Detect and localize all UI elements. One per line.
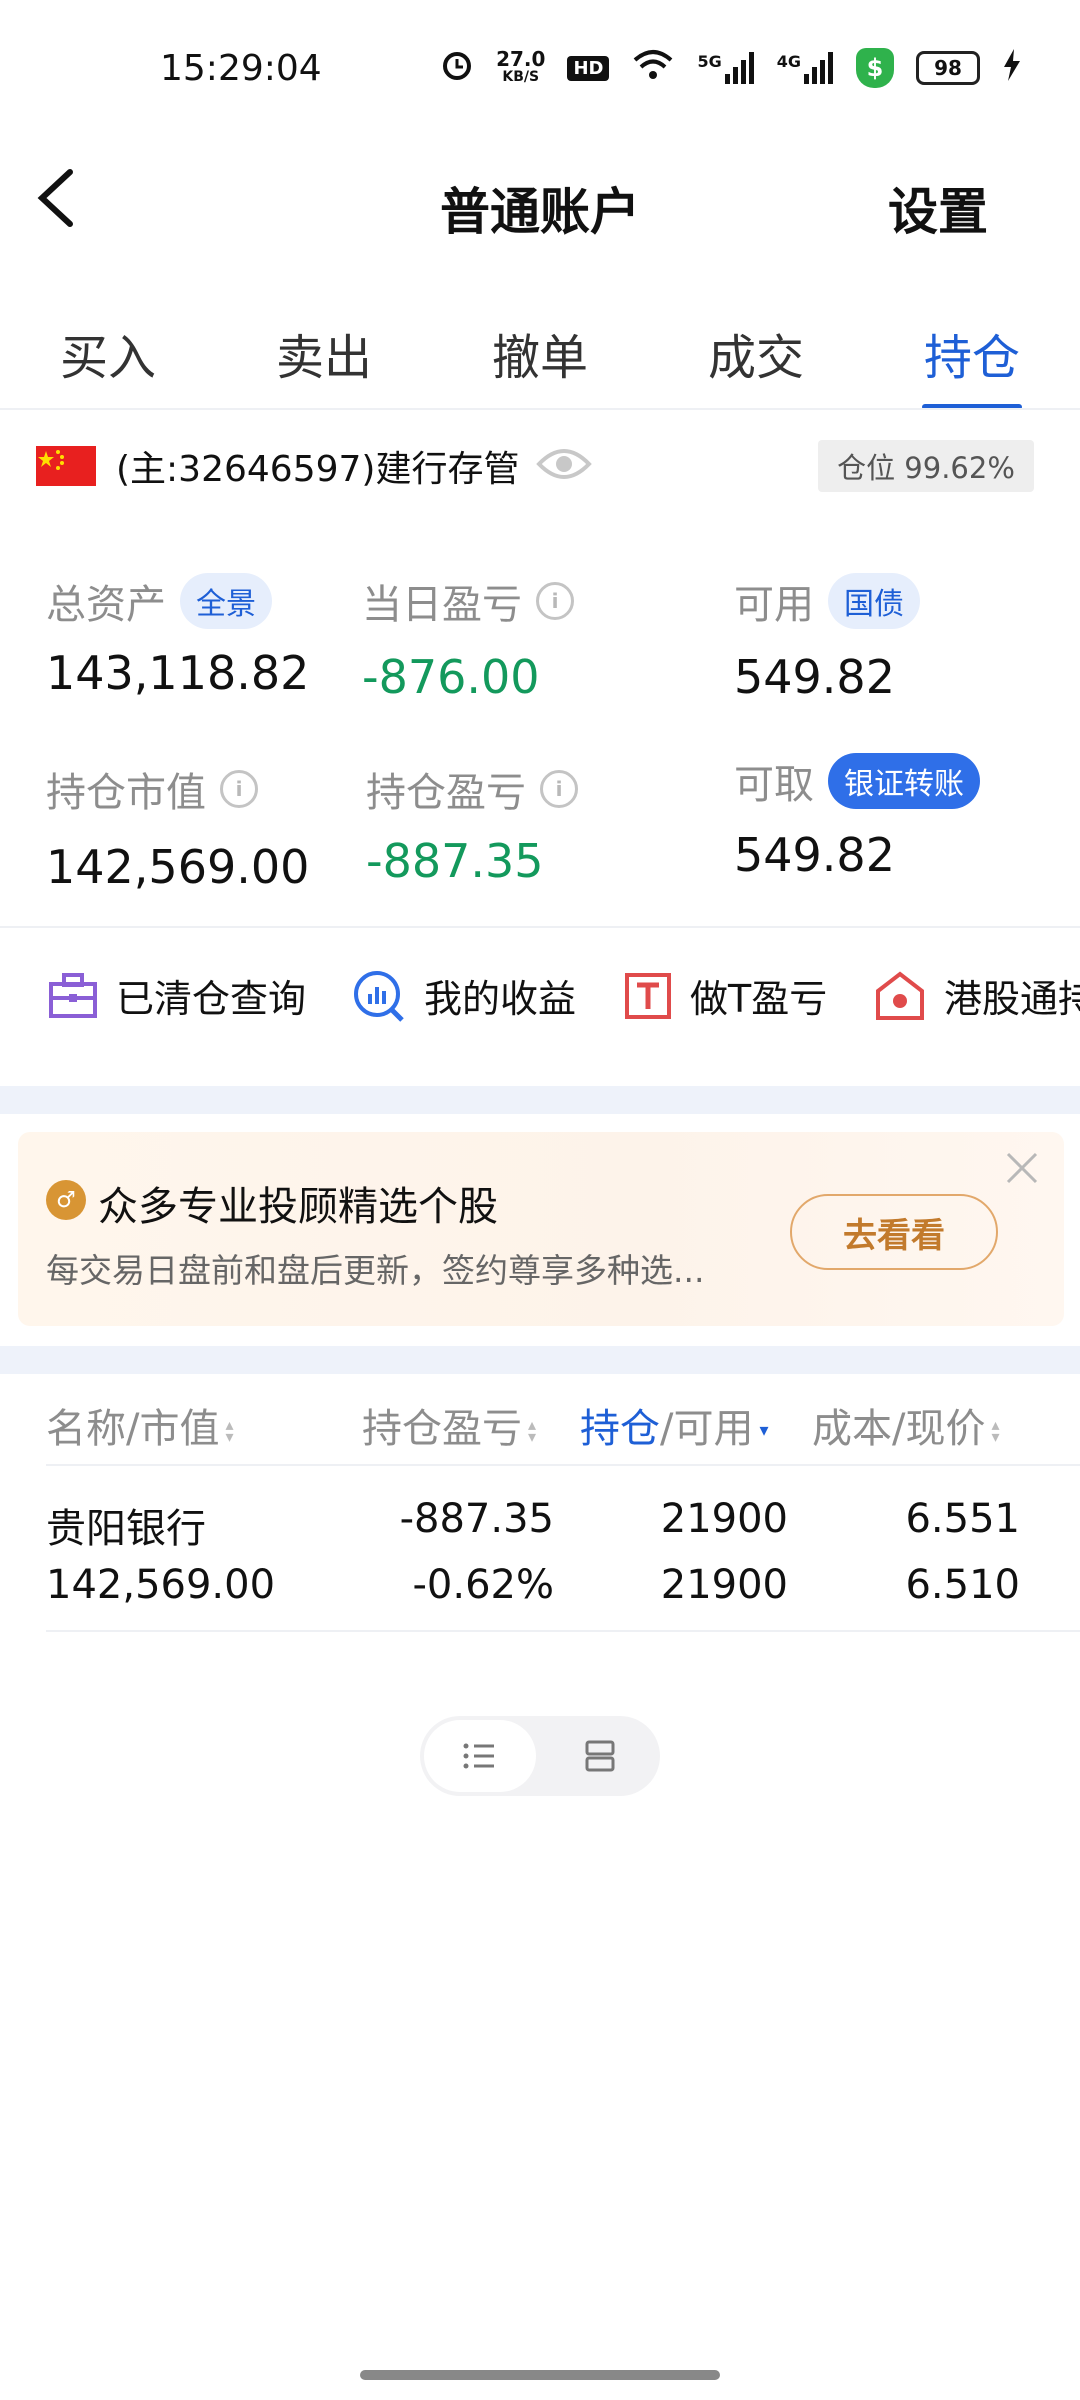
status-bar: 15:29:04 27.0 KB/S HD 5G 4G $ 98: [0, 0, 1080, 140]
daily-pnl-value: -876.00: [362, 650, 540, 704]
china-flag-icon: [36, 446, 96, 486]
col-header-pnl[interactable]: 持仓盈亏 ▴ ▾: [362, 1396, 536, 1454]
tab-cancel[interactable]: 撤单: [432, 300, 648, 410]
total-assets-label: 总资产: [46, 582, 166, 628]
sort-icon: ▴ ▾: [991, 1415, 1000, 1446]
promo-title: 众多专业投顾精选个股: [98, 1184, 498, 1230]
tab-buy[interactable]: 买入: [0, 300, 216, 410]
list-view-button[interactable]: [424, 1720, 536, 1792]
shortcut-t-trading-pnl[interactable]: 做T盈亏: [624, 968, 827, 1023]
metrics-divider: [0, 926, 1080, 928]
home-indicator[interactable]: [360, 2370, 720, 2380]
status-icons: 27.0 KB/S HD 5G 4G $ 98: [440, 48, 1022, 88]
section-gap: [0, 1346, 1080, 1374]
charging-icon: [1002, 49, 1022, 87]
info-icon[interactable]: i: [540, 770, 578, 808]
net-speed: 27.0 KB/S: [496, 47, 546, 85]
eye-icon[interactable]: [536, 444, 592, 484]
t-box-icon: [625, 972, 671, 1019]
chart-search-icon: [354, 970, 404, 1022]
list-icon: [463, 1743, 494, 1769]
close-icon[interactable]: [1002, 1148, 1042, 1188]
daily-pnl-label: 当日盈亏: [362, 582, 522, 628]
market-value-value: 142,569.00: [46, 840, 310, 894]
position-pnl-value: -887.35: [366, 834, 544, 888]
settings-button[interactable]: 设置: [888, 172, 988, 244]
shortcut-label: 我的收益: [424, 977, 577, 1021]
hd-icon: HD: [567, 55, 610, 81]
trade-tabs: 买入 卖出 撤单 成交 持仓: [0, 300, 1080, 410]
available-label-group: 可用 国债: [734, 572, 920, 630]
available-label: 可用: [734, 582, 814, 628]
promo-subtitle: 每交易日盘前和盘后更新，签约尊享多种选...: [46, 1251, 705, 1290]
stock-pnl-pct: -0.62%: [412, 1562, 554, 1608]
advisor-coin-icon: ♂: [46, 1180, 86, 1220]
position-pnl-label-group: 持仓盈亏 i: [366, 760, 578, 818]
sort-icon: ▴ ▾: [528, 1415, 537, 1446]
withdrawable-label-group: 可取 银证转账: [734, 752, 980, 810]
shortcut-label: 做T盈亏: [690, 977, 828, 1021]
wifi-icon: [631, 48, 675, 88]
card-view-button[interactable]: [560, 1736, 640, 1776]
signal-5g-icon: 5G: [697, 52, 754, 84]
tabs-divider: [0, 408, 1080, 410]
shortcut-hk-connect[interactable]: 港股通持: [874, 968, 1080, 1023]
position-pnl-label: 持仓盈亏: [366, 770, 526, 816]
battery-icon: 98: [916, 51, 980, 85]
market-value-label-group: 持仓市值 i: [46, 760, 258, 818]
alarm-icon: [440, 48, 474, 88]
signal-4g-icon: 4G: [777, 52, 834, 84]
daily-pnl-label-group: 当日盈亏 i: [362, 572, 574, 630]
stock-hold: 21900: [660, 1496, 788, 1542]
col-header-hold[interactable]: 持仓/可用 ▾: [580, 1396, 769, 1454]
available-value: 549.82: [734, 650, 895, 704]
stock-cost: 6.551: [905, 1496, 1020, 1542]
hk-house-icon: [876, 970, 924, 1020]
shortcut-cleared-positions[interactable]: 已清仓查询: [48, 968, 306, 1023]
stock-pnl: -887.35: [399, 1496, 554, 1542]
clock: 15:29:04: [160, 48, 322, 89]
col-header-name[interactable]: 名称/市值 ▴ ▾: [46, 1396, 234, 1454]
withdrawable-label: 可取: [734, 762, 814, 808]
col-header-cost[interactable]: 成本/现价 ▴ ▾: [812, 1396, 1000, 1454]
security-shield-icon: $: [856, 48, 894, 88]
tab-deals[interactable]: 成交: [648, 300, 864, 410]
tab-sell[interactable]: 卖出: [216, 300, 432, 410]
market-value-label: 持仓市值: [46, 770, 206, 816]
position-ratio-badge: 仓位 99.62%: [818, 440, 1034, 492]
info-icon[interactable]: i: [536, 582, 574, 620]
sort-icon: ▴ ▾: [225, 1415, 234, 1446]
overview-badge[interactable]: 全景: [180, 573, 272, 629]
stock-market-value: 142,569.00: [46, 1562, 276, 1608]
card-view-icon: [585, 1740, 615, 1772]
table-row[interactable]: 贵阳银行 142,569.00 -887.35 -0.62% 21900 219…: [0, 1466, 1080, 1630]
promo-go-button[interactable]: 去看看: [790, 1194, 998, 1270]
briefcase-icon: [49, 972, 97, 1018]
section-gap: [0, 1086, 1080, 1114]
total-assets-label-group: 总资产 全景: [46, 572, 272, 630]
sort-desc-icon: ▾: [759, 1420, 769, 1441]
shortcut-label: 已清仓查询: [116, 977, 307, 1021]
shortcut-my-earnings[interactable]: 我的收益: [352, 968, 576, 1023]
shortcut-label: 港股通持: [944, 977, 1080, 1021]
account-id: (主:32646597)建行存管: [116, 449, 520, 490]
stock-available: 21900: [660, 1562, 788, 1608]
withdrawable-value: 549.82: [734, 828, 895, 882]
total-assets-value: 143,118.82: [46, 646, 310, 700]
tab-positions[interactable]: 持仓: [864, 300, 1080, 410]
info-icon[interactable]: i: [220, 770, 258, 808]
stock-name: 贵阳银行: [46, 1506, 206, 1552]
treasury-badge[interactable]: 国债: [828, 573, 920, 629]
bank-transfer-button[interactable]: 银证转账: [828, 753, 980, 809]
row-divider: [46, 1630, 1080, 1632]
stock-price: 6.510: [905, 1562, 1020, 1608]
